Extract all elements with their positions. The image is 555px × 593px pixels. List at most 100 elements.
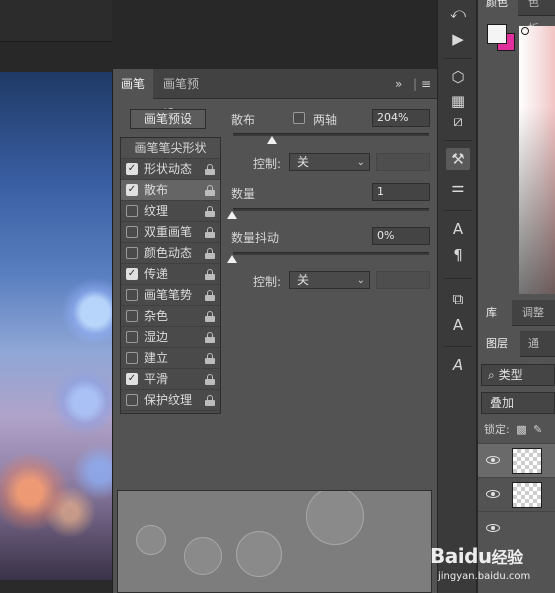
brush-presets-button[interactable]: 画笔预设 — [130, 109, 206, 129]
option-item[interactable]: 画笔笔势 — [121, 285, 220, 306]
both-axes-checkbox[interactable] — [293, 112, 305, 124]
option-checkbox[interactable] — [126, 331, 138, 343]
lock-icon[interactable] — [205, 164, 215, 175]
option-checkbox[interactable] — [126, 205, 138, 217]
eye-icon[interactable] — [486, 489, 500, 499]
lock-icon[interactable] — [205, 290, 215, 301]
divider — [444, 278, 472, 279]
lock-icon[interactable] — [205, 374, 215, 385]
option-checkbox[interactable] — [126, 289, 138, 301]
option-item[interactable]: 湿边 — [121, 327, 220, 348]
option-item[interactable]: 杂色 — [121, 306, 220, 327]
scatter-control-select[interactable]: 关 ⌄ — [289, 153, 370, 171]
count-jitter-slider-thumb[interactable] — [227, 255, 237, 263]
brush-tip-shape-item[interactable]: 画笔笔尖形状 — [121, 138, 220, 159]
play-actions-icon[interactable]: ▶ — [446, 28, 470, 50]
divider — [444, 346, 472, 347]
option-checkbox[interactable] — [126, 247, 138, 259]
option-item[interactable]: 颜色动态 — [121, 243, 220, 264]
eye-icon[interactable] — [486, 455, 500, 465]
option-item[interactable]: ✓ 平滑 — [121, 369, 220, 390]
count-slider-thumb[interactable] — [227, 211, 237, 219]
lock-icon[interactable] — [205, 185, 215, 196]
option-item[interactable]: 建立 — [121, 348, 220, 369]
tab-layers[interactable]: 图层 — [478, 331, 520, 357]
option-checkbox[interactable] — [126, 310, 138, 322]
count-slider-track[interactable] — [233, 208, 429, 211]
scatter-slider-track[interactable] — [233, 133, 429, 136]
chevron-down-icon: ⌄ — [356, 275, 365, 286]
character-icon[interactable]: A — [446, 218, 470, 240]
brush-presets-icon[interactable]: ⚌ — [446, 176, 470, 198]
scatter-value-field[interactable]: 204% — [372, 109, 430, 127]
divider — [444, 210, 472, 211]
history-icon[interactable]: ⤺ — [446, 2, 470, 24]
brush-dab — [306, 491, 364, 545]
option-item[interactable]: 双重画笔 — [121, 222, 220, 243]
option-item[interactable]: 纹理 — [121, 201, 220, 222]
scatter-label: 散布 — [231, 113, 256, 127]
tab-brush[interactable]: 画笔 — [113, 69, 153, 99]
document-canvas[interactable] — [0, 0, 112, 593]
lock-transparent-icon[interactable]: ▩ — [516, 423, 526, 436]
foreground-color-swatch[interactable] — [487, 24, 507, 44]
panel-icon-strip: ⤺ ▶ ⬡ ▦ ⧄ ⚒ ⚌ A ¶ ⧉ A A — [437, 0, 477, 593]
tab-libraries[interactable]: 库 — [478, 300, 512, 326]
layer-row[interactable] — [478, 477, 555, 511]
lock-icon[interactable] — [205, 269, 215, 280]
option-item[interactable]: 保护纹理 — [121, 390, 220, 411]
count-value-field[interactable]: 1 — [372, 183, 430, 201]
properties-icon[interactable]: ▦ — [446, 90, 470, 112]
lock-icon[interactable] — [205, 248, 215, 259]
count-jitter-control-field — [376, 271, 430, 289]
paragraph-icon[interactable]: ¶ — [446, 244, 470, 266]
option-item[interactable]: ✓ 形状动态 — [121, 159, 220, 180]
scatter-control-field — [376, 153, 430, 171]
option-checkbox[interactable]: ✓ — [126, 184, 138, 196]
lock-paint-icon[interactable]: ✎ — [533, 423, 542, 436]
layer-filter-field[interactable]: ⌕ 类型 — [481, 364, 555, 386]
lock-icon[interactable] — [205, 227, 215, 238]
option-checkbox[interactable]: ✓ — [126, 268, 138, 280]
collapse-icon[interactable]: » — [395, 69, 402, 99]
character-styles-icon[interactable]: A — [446, 314, 470, 336]
option-checkbox[interactable]: ✓ — [126, 373, 138, 385]
option-label: 传递 — [144, 267, 169, 281]
lock-icon[interactable] — [205, 353, 215, 364]
option-item[interactable]: ✓ 散布 — [121, 180, 220, 201]
eye-icon[interactable] — [486, 523, 500, 533]
panel-menu-icon[interactable]: ≡ — [421, 69, 431, 99]
count-jitter-value-field[interactable]: 0% — [372, 227, 430, 245]
brush-panel-icon[interactable]: ⚒ — [446, 148, 470, 170]
option-checkbox[interactable] — [126, 226, 138, 238]
scatter-slider-thumb[interactable] — [267, 136, 277, 144]
blend-mode-select[interactable]: 叠加 — [481, 392, 555, 414]
tab-channels[interactable]: 通道 — [520, 331, 555, 376]
count-jitter-slider-track[interactable] — [233, 252, 429, 255]
lock-icon[interactable] — [205, 395, 215, 406]
color-spectrum[interactable] — [519, 26, 555, 294]
glyphs-icon[interactable]: A — [446, 354, 470, 376]
option-checkbox[interactable] — [126, 352, 138, 364]
layer-row[interactable] — [478, 443, 555, 477]
scatter-control-label: 控制: — [253, 157, 282, 171]
divider — [444, 140, 472, 141]
3d-icon[interactable]: ⬡ — [446, 66, 470, 88]
tab-color[interactable]: 颜色 — [478, 0, 518, 16]
count-jitter-control-select[interactable]: 关 ⌄ — [289, 271, 370, 289]
tab-swatches[interactable]: 色板 — [520, 0, 555, 35]
tab-adjustments[interactable]: 调整 — [514, 300, 552, 326]
option-checkbox[interactable]: ✓ — [126, 163, 138, 175]
lock-icon[interactable] — [205, 332, 215, 343]
lock-icon[interactable] — [205, 311, 215, 322]
option-label: 湿边 — [144, 330, 169, 344]
layer-filter-label: 类型 — [498, 368, 523, 382]
lock-icon[interactable] — [205, 206, 215, 217]
timeline-icon[interactable]: ⧄ — [446, 110, 470, 132]
tab-brush-presets[interactable]: 画笔预设 — [155, 69, 217, 121]
option-checkbox[interactable] — [126, 394, 138, 406]
bokeh-photo[interactable] — [0, 72, 112, 580]
color-picker-ring[interactable] — [521, 27, 529, 35]
clone-source-icon[interactable]: ⧉ — [446, 288, 470, 310]
option-item[interactable]: ✓ 传递 — [121, 264, 220, 285]
